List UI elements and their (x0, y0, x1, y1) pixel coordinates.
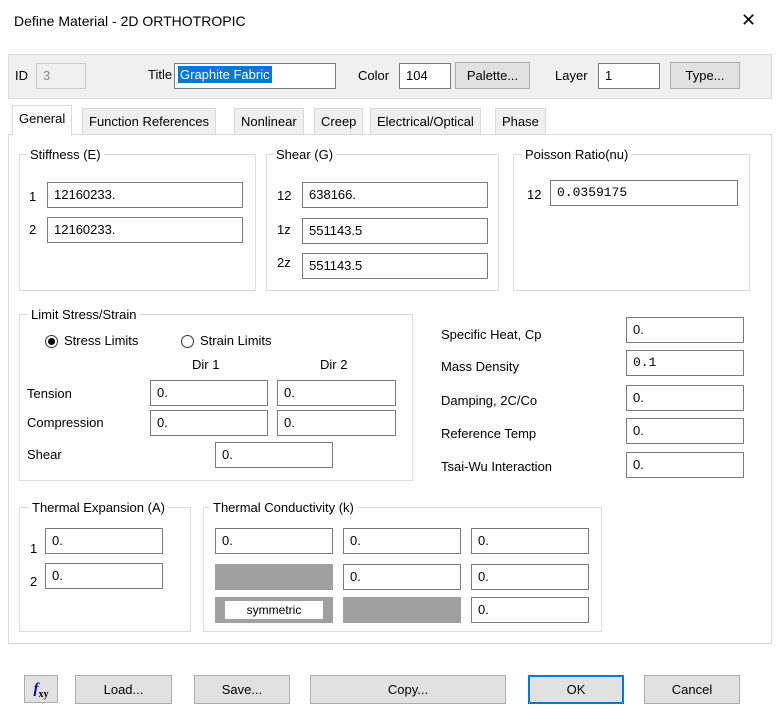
layer-label: Layer (555, 68, 588, 83)
specific-heat-field[interactable]: 0. (626, 317, 744, 343)
k21-disabled (215, 564, 333, 590)
poisson-title: Poisson Ratio(nu) (522, 147, 632, 162)
tsai-wu-field[interactable]: 0. (626, 452, 744, 478)
k32-disabled (343, 597, 461, 623)
palette-button[interactable]: Palette... (455, 62, 530, 89)
tab-electrical-optical[interactable]: Electrical/Optical (370, 108, 481, 134)
title-label: Title (148, 67, 173, 82)
shear-label-2z: 2z (277, 255, 291, 270)
limit-title: Limit Stress/Strain (28, 307, 140, 322)
strain-limits-radio[interactable] (181, 335, 194, 348)
close-icon[interactable]: ✕ (741, 10, 756, 31)
tsai-wu-label: Tsai-Wu Interaction (441, 459, 553, 474)
thermal-expansion-title: Thermal Expansion (A) (29, 500, 168, 515)
window-title: Define Material - 2D ORTHOTROPIC (14, 13, 246, 29)
load-button[interactable]: Load... (75, 675, 172, 704)
stress-limits-radio[interactable] (45, 335, 58, 348)
tab-function-references[interactable]: Function References (82, 108, 216, 134)
id-field: 3 (36, 63, 86, 89)
cancel-button[interactable]: Cancel (644, 675, 740, 704)
shear-title: Shear (G) (273, 147, 337, 162)
k31-symmetric-box: symmetric (215, 597, 333, 623)
compression-dir2-field[interactable]: 0. (277, 410, 396, 436)
thermal-expansion-1-field[interactable]: 0. (45, 528, 163, 554)
tension-dir1-field[interactable]: 0. (150, 380, 268, 406)
color-label: Color (358, 68, 390, 83)
poisson-label-12: 12 (527, 187, 542, 202)
dir1-header: Dir 1 (192, 357, 220, 372)
k12-field[interactable]: 0. (343, 528, 461, 554)
k23-field[interactable]: 0. (471, 564, 589, 590)
k13-field[interactable]: 0. (471, 528, 589, 554)
tab-creep[interactable]: Creep (314, 108, 364, 134)
stiffness-label-1: 1 (29, 189, 37, 204)
shear-12-field[interactable]: 638166. (302, 182, 488, 208)
stiffness-label-2: 2 (29, 222, 37, 237)
tab-nonlinear[interactable]: Nonlinear (234, 108, 304, 134)
function-xy-button[interactable]: fxy (24, 675, 58, 703)
k33-field[interactable]: 0. (471, 597, 589, 623)
compression-dir1-field[interactable]: 0. (150, 410, 268, 436)
tab-phase[interactable]: Phase (495, 108, 546, 134)
dir2-header: Dir 2 (320, 357, 348, 372)
color-field[interactable]: 104 (399, 63, 451, 89)
shear-label-12: 12 (277, 188, 292, 203)
poisson-12-field[interactable]: 0.0359175 (550, 180, 738, 206)
strain-limits-label[interactable]: Strain Limits (200, 333, 272, 348)
thermal-expansion-2-field[interactable]: 0. (45, 563, 163, 589)
ok-button[interactable]: OK (528, 675, 624, 704)
tab-general[interactable]: General (12, 105, 73, 136)
mass-density-field[interactable]: 0.1 (626, 350, 744, 376)
function-xy-icon: fxy (33, 681, 49, 700)
mass-density-label: Mass Density (441, 359, 520, 374)
poisson-group (513, 154, 750, 291)
reference-temp-field[interactable]: 0. (626, 418, 744, 444)
stiffness-2-field[interactable]: 12160233. (47, 217, 243, 243)
layer-field[interactable]: 1 (598, 63, 660, 89)
k22-field[interactable]: 0. (343, 564, 461, 590)
tension-label: Tension (27, 386, 72, 401)
save-button[interactable]: Save... (194, 675, 290, 704)
thermal-expansion-label-2: 2 (30, 574, 38, 589)
id-label: ID (15, 68, 28, 83)
symmetric-label: symmetric (225, 601, 323, 619)
k11-field[interactable]: 0. (215, 528, 333, 554)
shear-1z-field[interactable]: 551143.5 (302, 218, 488, 244)
title-value: Graphite Fabric (178, 66, 272, 83)
damping-label: Damping, 2C/Co (441, 393, 538, 408)
shear-limit-label: Shear (27, 447, 62, 462)
copy-button[interactable]: Copy... (310, 675, 506, 704)
type-button[interactable]: Type... (670, 62, 740, 89)
thermal-conductivity-title: Thermal Conductivity (k) (210, 500, 357, 515)
stiffness-title: Stiffness (E) (27, 147, 104, 162)
tension-dir2-field[interactable]: 0. (277, 380, 396, 406)
specific-heat-label: Specific Heat, Cp (441, 327, 542, 342)
shear-2z-field[interactable]: 551143.5 (302, 253, 488, 279)
thermal-expansion-label-1: 1 (30, 541, 38, 556)
compression-label: Compression (27, 415, 104, 430)
damping-field[interactable]: 0. (626, 385, 744, 411)
reference-temp-label: Reference Temp (441, 426, 537, 441)
stiffness-1-field[interactable]: 12160233. (47, 182, 243, 208)
title-field[interactable]: Graphite Fabric (174, 63, 336, 89)
shear-label-1z: 1z (277, 222, 291, 237)
shear-limit-field[interactable]: 0. (215, 442, 333, 468)
stress-limits-label[interactable]: Stress Limits (64, 333, 138, 348)
